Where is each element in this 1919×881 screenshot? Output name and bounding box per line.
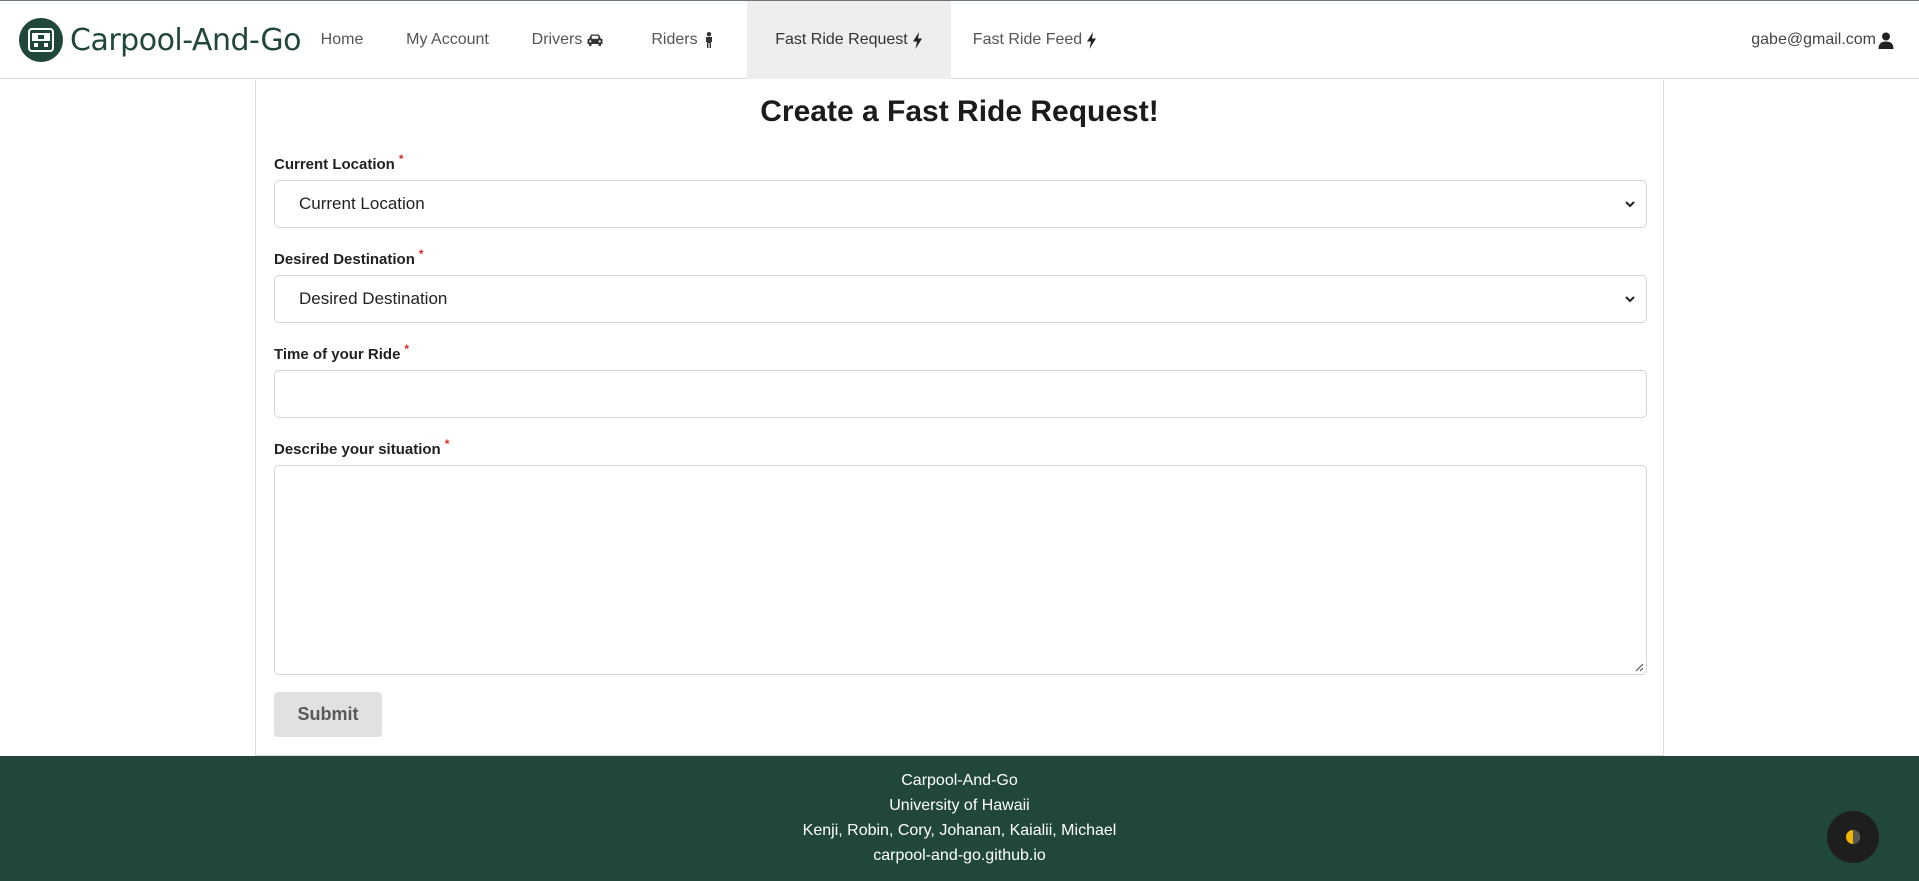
desired-destination-value: Desired Destination: [299, 289, 448, 308]
chevron-down-icon: [1625, 201, 1635, 208]
footer-team: Kenji, Robin, Cory, Johanan, Kaialii, Mi…: [802, 822, 1117, 839]
required-asterisk: *: [444, 437, 450, 451]
half-circle-icon: [1846, 830, 1860, 844]
brand-name: Carpool-And-Go: [70, 22, 302, 58]
time-label-text: Time of your Ride: [274, 346, 401, 363]
required-asterisk: *: [398, 152, 404, 166]
car-icon: [587, 34, 603, 46]
nav-riders[interactable]: Riders: [640, 1, 725, 79]
situation-label-text: Describe your situation: [274, 441, 441, 458]
bolt-icon: [912, 31, 922, 49]
page-title: Create a Fast Ride Request!: [760, 95, 1159, 128]
nav-home[interactable]: Home: [302, 1, 382, 79]
situation-label: Describe your situation *: [274, 437, 449, 458]
current-location-label: Current Location *: [274, 152, 404, 173]
nav-fast-ride-request[interactable]: Fast Ride Request: [747, 1, 951, 79]
desired-destination-select[interactable]: Desired Destination: [274, 275, 1647, 323]
brand-link[interactable]: Carpool-And-Go: [19, 18, 302, 62]
nav-riders-label: Riders: [651, 31, 698, 48]
nav-my-account-label: My Account: [406, 31, 489, 48]
navbar: Carpool-And-Go Home My Account Drivers R…: [0, 0, 1919, 79]
current-location-select[interactable]: Current Location: [274, 180, 1647, 228]
user-menu[interactable]: gabe@gmail.com: [1751, 1, 1894, 79]
footer-website-link[interactable]: carpool-and-go.github.io: [0, 847, 1919, 865]
time-label: Time of your Ride *: [274, 342, 409, 363]
carpool-logo-icon: [19, 18, 63, 62]
fast-ride-request-card: Create a Fast Ride Request! Current Loca…: [255, 80, 1664, 756]
bolt-icon: [1087, 31, 1097, 49]
desired-destination-label: Desired Destination *: [274, 247, 424, 268]
nav-fast-ride-feed[interactable]: Fast Ride Feed: [960, 1, 1110, 79]
required-asterisk: *: [418, 247, 424, 261]
nav-my-account[interactable]: My Account: [390, 1, 505, 79]
chevron-down-icon: [1625, 296, 1635, 303]
time-input[interactable]: [274, 370, 1647, 418]
user-icon: [1878, 32, 1894, 49]
desired-destination-label-text: Desired Destination: [274, 251, 415, 268]
nav-drivers[interactable]: Drivers: [518, 1, 618, 79]
nav-drivers-label: Drivers: [531, 31, 583, 48]
required-asterisk: *: [404, 342, 410, 356]
situation-textarea[interactable]: [274, 465, 1647, 675]
footer-app-name: Carpool-And-Go: [901, 772, 1018, 789]
current-location-label-text: Current Location: [274, 156, 395, 173]
footer: Carpool-And-Go University of Hawaii Kenj…: [0, 756, 1919, 881]
submit-button[interactable]: Submit: [274, 692, 382, 737]
resize-handle-icon[interactable]: [1634, 662, 1644, 672]
footer-university: University of Hawaii: [889, 797, 1030, 814]
user-email: gabe@gmail.com: [1751, 31, 1876, 48]
current-location-value: Current Location: [299, 194, 425, 213]
nav-fast-ride-request-label: Fast Ride Request: [775, 31, 908, 48]
person-icon: [705, 32, 712, 48]
theme-toggle-button[interactable]: [1827, 811, 1879, 863]
nav-fast-ride-feed-label: Fast Ride Feed: [972, 31, 1083, 48]
nav-home-label: Home: [320, 31, 364, 48]
